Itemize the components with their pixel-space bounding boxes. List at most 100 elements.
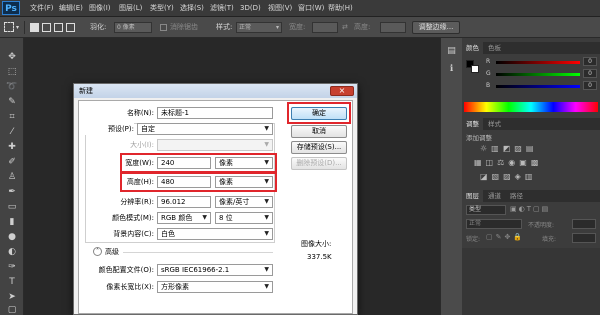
marquee-tool-icon[interactable]: ⬚ — [4, 65, 20, 79]
adjustment-icons-row-2[interactable]: ▦◫⚖◉▣▩ — [474, 158, 542, 167]
tab-paths[interactable]: 路径 — [506, 190, 527, 202]
bit-depth-select[interactable]: 8 位 ▼ — [215, 212, 273, 224]
style-select[interactable]: 正常 ▾ — [236, 22, 282, 33]
color-ramp[interactable] — [464, 102, 598, 112]
gradient-tool-icon[interactable]: ▮ — [4, 215, 20, 229]
history-brush-tool-icon[interactable]: ✒ — [4, 185, 20, 199]
menu-type[interactable]: 类型(Y) — [150, 0, 174, 17]
red-slider[interactable] — [496, 61, 580, 64]
layer-filter-select[interactable]: 类型 — [466, 205, 506, 215]
adjustment-icons-row-1[interactable]: ☼▥◩▨▤ — [480, 144, 537, 153]
dodge-tool-icon[interactable]: ◐ — [4, 245, 20, 259]
tab-layers[interactable]: 图层 — [462, 190, 483, 202]
brush-tool-icon[interactable]: ✐ — [4, 155, 20, 169]
shape-tool-icon[interactable]: ▢ — [4, 303, 20, 315]
eyedropper-tool-icon[interactable]: ⁄ — [4, 125, 20, 139]
resolution-unit-select[interactable]: 像素/英寸 ▼ — [215, 196, 273, 208]
blend-mode-select[interactable]: 正常 — [466, 219, 522, 229]
crop-tool-icon[interactable]: ⌗ — [4, 110, 20, 124]
adjustments-panel-tabs: 调整 样式 — [462, 118, 600, 130]
eraser-tool-icon[interactable]: ▭ — [4, 200, 20, 214]
options-bar: ▾ 羽化: 0 像素 消除锯齿 样式: 正常 ▾ 宽度: ⇄ 高度: 调整边缘..… — [0, 17, 600, 38]
name-input[interactable]: 未标题-1 — [157, 107, 273, 119]
swap-icon[interactable]: ⇄ — [342, 17, 348, 38]
menu-image[interactable]: 图像(I) — [89, 0, 111, 17]
advanced-toggle-icon[interactable]: ˄ — [93, 247, 102, 256]
resolution-unit-value: 像素/英寸 — [219, 198, 250, 206]
advanced-divider — [123, 252, 273, 253]
chevron-down-icon: ▼ — [264, 266, 269, 273]
color-mode-select[interactable]: RGB 颜色 ▼ — [157, 212, 211, 224]
history-panel-icon[interactable]: ▤ — [445, 46, 458, 58]
background-color-swatch[interactable] — [471, 65, 479, 73]
height-input[interactable] — [380, 22, 406, 33]
menu-layer[interactable]: 图层(L) — [119, 0, 142, 17]
adjustment-icons-row-3[interactable]: ◪▧▨◈▥ — [480, 172, 536, 181]
red-value-field[interactable]: 0 — [583, 57, 597, 66]
pen-tool-icon[interactable]: ✑ — [4, 260, 20, 274]
add-selection-icon[interactable] — [42, 23, 51, 32]
subtract-selection-icon[interactable] — [54, 23, 63, 32]
path-select-tool-icon[interactable]: ➤ — [4, 290, 20, 304]
menu-edit[interactable]: 编辑(E) — [59, 0, 83, 17]
new-selection-icon[interactable] — [30, 23, 39, 32]
resolution-input[interactable]: 96.012 — [157, 196, 211, 208]
blue-value-field[interactable]: 0 — [583, 81, 597, 90]
tab-color[interactable]: 颜色 — [462, 42, 483, 54]
dialog-title-bar[interactable]: 新建 × — [74, 84, 357, 98]
color-profile-select[interactable]: sRGB IEC61966-2.1 ▼ — [157, 264, 273, 276]
tab-swatches[interactable]: 色板 — [484, 42, 505, 54]
properties-panel-icon[interactable]: ℹ — [445, 64, 458, 76]
menu-filter[interactable]: 滤镜(T) — [210, 0, 234, 17]
preset-select[interactable]: 自定 ▼ — [137, 123, 273, 135]
tool-preset-dropdown-icon[interactable]: ▾ — [16, 17, 19, 38]
healing-brush-tool-icon[interactable]: ✚ — [4, 140, 20, 154]
opacity-input[interactable] — [572, 219, 596, 229]
pixel-aspect-select[interactable]: 方形像素 ▼ — [157, 281, 273, 293]
image-size-value: 337.5K — [307, 253, 332, 261]
lock-icons[interactable]: ▢✎✥🔒 — [486, 233, 525, 241]
menu-3d[interactable]: 3D(D) — [240, 0, 261, 17]
layer-filter-icons[interactable]: ▣◐T▢▤ — [510, 205, 550, 213]
menu-view[interactable]: 视图(V) — [268, 0, 292, 17]
fill-input[interactable] — [572, 233, 596, 243]
style-label: 样式: — [216, 23, 233, 31]
marquee-tool-icon[interactable] — [4, 22, 14, 32]
cancel-button[interactable]: 取消 — [291, 125, 347, 138]
color-mode-label: 颜色模式(M): — [112, 214, 154, 222]
antialias-checkbox[interactable] — [160, 24, 167, 31]
blue-slider[interactable] — [496, 85, 580, 88]
lasso-tool-icon[interactable]: ➰ — [4, 80, 20, 94]
chevron-down-icon: ▼ — [264, 198, 269, 205]
quick-select-tool-icon[interactable]: ✎ — [4, 95, 20, 109]
save-preset-button[interactable]: 存储预设(S)... — [291, 141, 347, 154]
type-tool-icon[interactable]: T — [4, 275, 20, 289]
refine-edge-button[interactable]: 调整边缘... — [412, 21, 460, 34]
intersect-selection-icon[interactable] — [66, 23, 75, 32]
clone-stamp-tool-icon[interactable]: ♙ — [4, 170, 20, 184]
background-contents-label: 背景内容(C): — [113, 230, 154, 238]
layer-filter-value: 类型 — [469, 206, 482, 213]
green-slider[interactable] — [496, 73, 580, 76]
background-contents-select[interactable]: 白色 ▼ — [157, 228, 273, 240]
menu-help[interactable]: 帮助(H) — [328, 0, 353, 17]
menu-file[interactable]: 文件(F) — [30, 0, 54, 17]
advanced-label[interactable]: 高级 — [105, 246, 119, 258]
preset-label: 预设(P): — [79, 123, 134, 135]
chevron-down-icon: ▼ — [264, 214, 269, 221]
feather-input[interactable]: 0 像素 — [114, 22, 152, 33]
green-value-field[interactable]: 0 — [583, 69, 597, 78]
bit-depth-value: 8 位 — [219, 214, 233, 222]
blur-tool-icon[interactable]: ● — [4, 230, 20, 244]
tab-styles[interactable]: 样式 — [484, 118, 505, 130]
menu-select[interactable]: 选择(S) — [180, 0, 204, 17]
lock-label: 锁定: — [466, 236, 481, 243]
red-channel-label: R — [486, 58, 491, 65]
tab-adjustments[interactable]: 调整 — [462, 118, 483, 130]
tab-channels[interactable]: 通道 — [484, 190, 505, 202]
size-select[interactable]: ▼ — [157, 139, 273, 151]
close-button[interactable]: × — [330, 86, 354, 96]
menu-window[interactable]: 窗口(W) — [298, 0, 324, 17]
move-tool-icon[interactable]: ✥ — [4, 50, 20, 64]
width-input[interactable] — [312, 22, 338, 33]
